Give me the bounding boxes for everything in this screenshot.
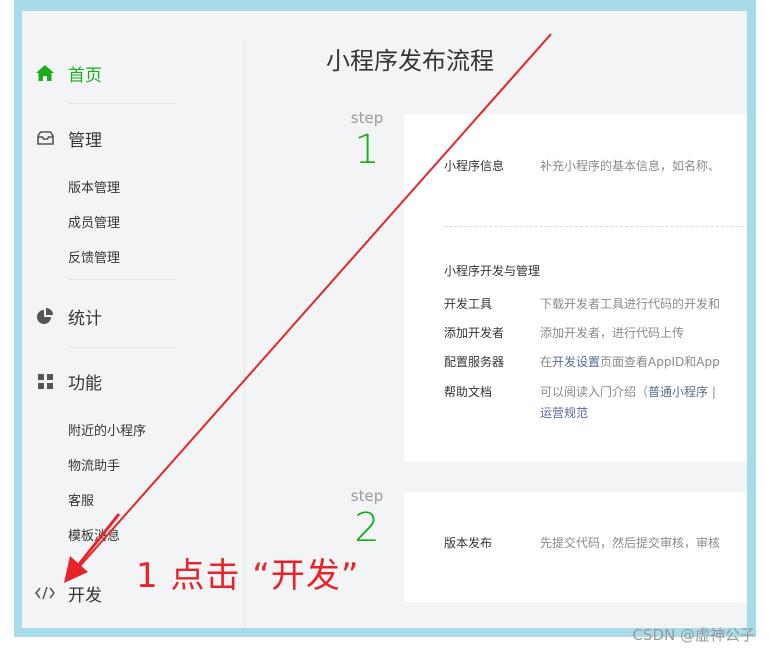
row-value: 下载开发者工具进行代码的开发和 bbox=[540, 297, 721, 311]
step-number: 2 bbox=[354, 505, 380, 551]
row-value-pre: 可以阅读入门介绍（ bbox=[540, 385, 649, 399]
step-label: step bbox=[350, 109, 384, 127]
nav-manage-label: 管理 bbox=[68, 130, 102, 151]
divider bbox=[68, 347, 176, 348]
sidebar-item-service[interactable]: 客服 bbox=[68, 490, 94, 509]
row-key: 开发工具 bbox=[444, 297, 493, 311]
row-value: 补充小程序的基本信息，如名称、 bbox=[540, 159, 721, 173]
step2-card: 版本发布 先提交代码，然后提交审核，审核 bbox=[404, 492, 747, 602]
main-content: 小程序发布流程 step 1 小程序信息 补充小程序的基本信息，如名称、 小程序开… bbox=[245, 11, 747, 628]
section-title: 小程序开发与管理 bbox=[444, 264, 541, 278]
row-key: 版本发布 bbox=[444, 536, 493, 550]
step1-card: 小程序信息 补充小程序的基本信息，如名称、 小程序开发与管理 开发工具 下载开发者工… bbox=[404, 114, 747, 462]
sidebar-item-logistics[interactable]: 物流助手 bbox=[68, 455, 120, 474]
sidebar: 首页 管理 版本管理 成员管理 反馈管理 统计 功能 附近的小程序 物流助手 客… bbox=[22, 11, 244, 628]
step-label: step bbox=[350, 487, 384, 505]
grid-icon bbox=[22, 373, 68, 389]
row-key: 配置服务器 bbox=[444, 355, 505, 369]
sidebar-item-nearby[interactable]: 附近的小程序 bbox=[68, 420, 146, 439]
row-add-developer: 添加开发者 添加开发者，进行代码上传 bbox=[444, 324, 684, 341]
sidebar-item-templates[interactable]: 模板消息 bbox=[68, 525, 120, 544]
step-number: 1 bbox=[354, 127, 380, 173]
row-help-docs-line2: 运营规范 bbox=[540, 404, 588, 421]
watermark: CSDN @虚神公子 bbox=[632, 626, 755, 644]
sidebar-item-members[interactable]: 成员管理 bbox=[68, 212, 120, 231]
sidebar-item-version[interactable]: 版本管理 bbox=[68, 177, 120, 196]
nav-features[interactable]: 功能 bbox=[22, 366, 102, 396]
row-value: 添加开发者，进行代码上传 bbox=[540, 326, 685, 340]
nav-features-label: 功能 bbox=[68, 373, 102, 394]
divider bbox=[68, 103, 176, 104]
info-row: 小程序信息 补充小程序的基本信息，如名称、 bbox=[444, 157, 720, 174]
home-icon bbox=[22, 65, 68, 81]
row-value-pre: 在 bbox=[540, 355, 553, 369]
ops-rules-link[interactable]: 运营规范 bbox=[540, 406, 588, 420]
nav-develop[interactable]: 开发 bbox=[22, 578, 102, 608]
pie-chart-icon bbox=[22, 308, 68, 324]
annotation-text: 1 点击 “开发” bbox=[136, 556, 360, 596]
nav-manage[interactable]: 管理 bbox=[22, 123, 102, 153]
sidebar-item-feedback[interactable]: 反馈管理 bbox=[68, 247, 120, 266]
row-value-post: 页面查看AppID和App bbox=[600, 355, 720, 369]
nav-stats-label: 统计 bbox=[68, 308, 102, 329]
row-value-post: | bbox=[708, 385, 716, 399]
app-window: 首页 管理 版本管理 成员管理 反馈管理 统计 功能 附近的小程序 物流助手 客… bbox=[22, 11, 747, 628]
row-devtools: 开发工具 下载开发者工具进行代码的开发和 bbox=[444, 295, 720, 312]
row-key: 帮助文档 bbox=[444, 385, 493, 399]
dashed-divider bbox=[444, 226, 747, 227]
release-row: 版本发布 先提交代码，然后提交审核，审核 bbox=[444, 534, 720, 551]
intro-link[interactable]: 普通小程序 bbox=[648, 385, 708, 399]
row-help-docs: 帮助文档 可以阅读入门介绍（普通小程序 | bbox=[444, 383, 716, 400]
dev-settings-link[interactable]: 开发设置 bbox=[552, 355, 600, 369]
row-key: 小程序信息 bbox=[444, 159, 505, 173]
row-server-config: 配置服务器 在开发设置页面查看AppID和App bbox=[444, 353, 720, 370]
code-icon bbox=[22, 587, 68, 599]
page-title: 小程序发布流程 bbox=[326, 47, 494, 75]
nav-home-label: 首页 bbox=[68, 65, 102, 86]
row-value: 先提交代码，然后提交审核，审核 bbox=[540, 536, 721, 550]
nav-home[interactable]: 首页 bbox=[22, 58, 102, 88]
divider bbox=[68, 279, 176, 280]
inbox-icon bbox=[22, 131, 68, 145]
row-key: 添加开发者 bbox=[444, 326, 505, 340]
nav-develop-label: 开发 bbox=[68, 585, 102, 606]
nav-stats[interactable]: 统计 bbox=[22, 301, 102, 331]
